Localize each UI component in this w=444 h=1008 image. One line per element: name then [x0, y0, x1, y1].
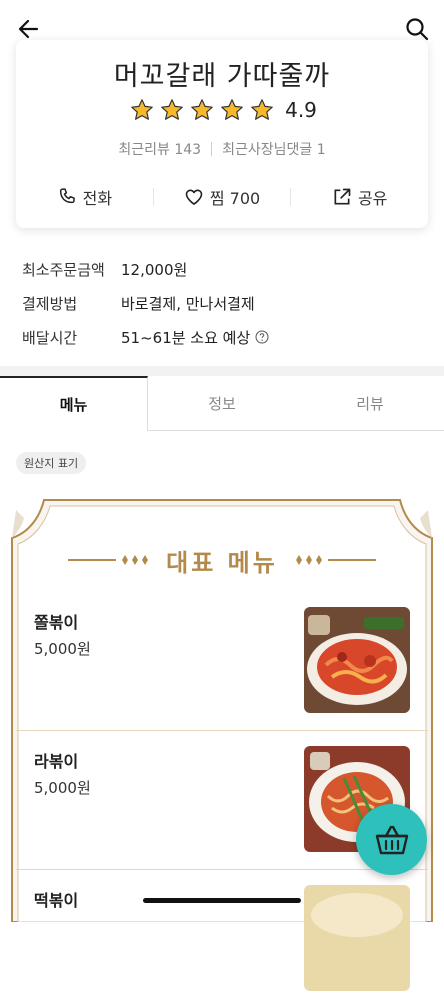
payment-row: 결제방법 바로결제, 만나서결제	[22, 286, 269, 320]
menu-item-name: 쫄볶이	[34, 613, 79, 632]
store-name: 머꼬갈래 가따줄까	[113, 61, 331, 92]
section-divider	[0, 366, 444, 376]
store-info: 최소주문금액 12,000원 결제방법 바로결제, 만나서결제 배달시간 51~…	[22, 252, 269, 354]
phone-icon	[59, 188, 75, 204]
divider	[211, 142, 213, 156]
rating-value: 4.9	[285, 98, 317, 122]
info-value-wrap: 51~61분 소요 예상	[121, 327, 269, 348]
heart-icon	[185, 189, 203, 205]
menu-item-name: 라볶이	[34, 752, 79, 771]
menu-item-price: 5,000원	[34, 779, 91, 797]
call-label: 전화	[82, 189, 113, 208]
search-button[interactable]	[404, 16, 430, 42]
info-value: 12,000원	[121, 260, 188, 279]
featured-menu-label: 대표 메뉴	[166, 548, 278, 577]
review-summary: 최근리뷰 143 최근사장님댓글 1	[16, 139, 428, 159]
menu-item-name: 떡볶이	[34, 891, 79, 910]
star-icon	[221, 99, 243, 120]
menu-item-photo	[304, 607, 410, 713]
info-label: 배달시간	[22, 328, 78, 347]
star-icon	[161, 99, 183, 120]
tab-review[interactable]: 리뷰	[296, 376, 444, 430]
search-icon	[406, 18, 429, 41]
store-card: 머꼬갈래 가따줄까 4.9 최근리뷰 143 최근사장님댓글 1 전화 찜 70…	[16, 40, 428, 228]
menu-item[interactable]: 떡볶이	[16, 870, 428, 1008]
share-label: 공유	[357, 189, 388, 208]
back-arrow-icon	[18, 19, 39, 39]
cart-button[interactable]	[356, 804, 427, 875]
delivery-time-row: 배달시간 51~61분 소요 예상	[22, 320, 269, 354]
back-button[interactable]	[16, 16, 42, 42]
favorite-button[interactable]: 찜 700	[154, 185, 291, 209]
min-order-row: 최소주문금액 12,000원	[22, 252, 269, 286]
tab-info[interactable]: 정보	[148, 376, 296, 430]
menu-item-photo	[304, 885, 410, 991]
share-icon	[334, 188, 351, 205]
owner-replies-link[interactable]: 최근사장님댓글 1	[222, 139, 326, 159]
tab-menu[interactable]: 메뉴	[0, 376, 148, 431]
star-icon	[251, 99, 273, 120]
info-label: 결제방법	[22, 294, 78, 313]
ornament-right	[295, 555, 376, 565]
star-icon	[131, 99, 153, 120]
basket-icon	[375, 825, 408, 854]
info-value: 51~61분 소요 예상	[121, 328, 251, 347]
rating-row: 4.9	[16, 98, 428, 122]
share-button[interactable]: 공유	[291, 185, 428, 209]
call-button[interactable]: 전화	[16, 185, 153, 209]
tab-bar: 메뉴 정보 리뷰	[0, 376, 444, 431]
recent-reviews-link[interactable]: 최근리뷰 143	[118, 139, 201, 159]
favorite-label: 찜 700	[209, 189, 261, 208]
home-indicator	[143, 898, 301, 903]
question-circle-icon[interactable]	[255, 330, 269, 344]
info-label: 최소주문금액	[22, 260, 105, 279]
origin-label-chip[interactable]: 원산지 표기	[16, 452, 87, 474]
menu-item-price: 5,000원	[34, 640, 91, 658]
ornament-left	[68, 555, 149, 565]
menu-item[interactable]: 쫄볶이 5,000원	[16, 592, 428, 731]
featured-menu-title: 대표 메뉴	[8, 540, 436, 580]
star-icon	[191, 99, 213, 120]
action-row: 전화 찜 700 공유	[16, 180, 428, 214]
info-value: 바로결제, 만나서결제	[121, 294, 255, 313]
